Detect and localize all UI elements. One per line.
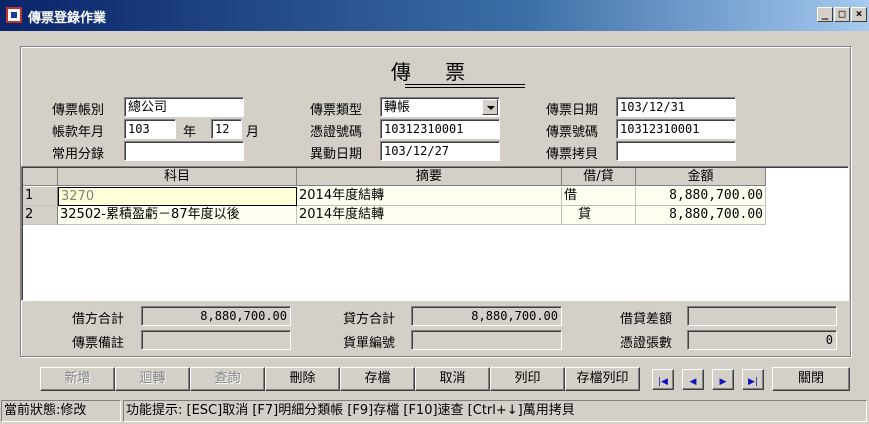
table-cell-amount[interactable]: 8,880,700.00 [636,206,766,225]
remark-label: 傳票備註 [72,336,125,351]
debit-total-label: 借方合計 [72,312,125,327]
year-field[interactable]: 103 [124,119,176,139]
save-print-button[interactable]: 存檔列印 [565,367,640,391]
print-button[interactable]: 列印 [490,367,565,391]
title-bar: 傳票登錄作業 _ □ × [0,0,869,31]
close-button[interactable]: 關閉 [772,367,850,391]
row-number: 1 [23,187,58,206]
voucher-date-field[interactable]: 103/12/31 [616,97,736,117]
next-record-icon: ▶ [719,377,727,387]
column-header-debit-credit[interactable]: 借/貸 [562,168,636,186]
year-unit: 年 [183,125,197,140]
save-button[interactable]: 存檔 [340,367,415,391]
table-cell-amount[interactable]: 8,880,700.00 [636,187,766,206]
delete-button[interactable]: 刪除 [265,367,340,391]
maximize-button[interactable]: □ [834,7,850,22]
title-underline [405,87,525,88]
difference-label: 借貸差額 [620,312,673,327]
difference-value [687,306,837,326]
evidence-count-label: 憑證張數 [620,336,673,351]
voucher-copy-label: 傳票拷貝 [546,147,599,162]
common-entry-label: 常用分錄 [52,147,105,162]
prev-record-button[interactable]: ◀ [682,369,704,390]
query-button[interactable]: 查詢 [190,367,265,391]
form-title: 傳 票 [390,60,480,84]
voucher-copy-field[interactable] [616,141,736,161]
app-icon [6,7,22,23]
remark-field[interactable] [141,330,291,350]
voucher-no-field[interactable]: 10312310001 [616,119,736,139]
change-date-field[interactable]: 103/12/27 [380,141,500,161]
minimize-button[interactable]: _ [817,7,833,22]
first-record-button[interactable]: |◀ [652,369,674,390]
voucher-type-value: 轉帳 [384,100,411,115]
last-record-icon: ▶| [748,377,758,387]
table-cell-subject[interactable]: 3270 [58,187,297,206]
table-cell-debit-credit[interactable]: 貸 [562,206,636,225]
grid-corner-header [23,168,58,186]
month-unit: 月 [246,125,260,140]
first-record-icon: |◀ [658,377,668,387]
table-cell-summary[interactable]: 2014年度結轉 [297,187,562,206]
table-cell-subject[interactable]: 32502-累積盈虧－87年度以後 [58,206,297,225]
voucher-type-label: 傳票類型 [310,103,363,118]
period-label: 帳款年月 [52,125,105,140]
column-header-amount[interactable]: 金額 [636,168,766,186]
table-cell-summary[interactable]: 2014年度結轉 [297,206,562,225]
table-cell-debit-credit[interactable]: 借 [562,187,636,206]
column-header-subject[interactable]: 科目 [58,168,297,186]
add-button[interactable]: 新增 [40,367,115,391]
account-field[interactable]: 總公司 [124,97,244,117]
credit-total-label: 貸方合計 [343,312,396,327]
credit-doc-field[interactable] [411,330,562,350]
last-record-button[interactable]: ▶| [742,369,764,390]
voucher-no-label: 傳票號碼 [546,125,599,140]
month-field[interactable]: 12 [211,119,242,139]
next-record-button[interactable]: ▶ [712,369,734,390]
evidence-count-field[interactable]: 0 [687,330,837,350]
account-label: 傳票帳別 [52,103,105,118]
cancel-button[interactable]: 取消 [415,367,490,391]
title-underline [405,84,525,85]
function-hint: 功能提示: [ESC]取消 [F7]明細分類帳 [F9]存檔 [F10]速查 [… [123,400,867,422]
current-state: 當前狀態:修改 [1,400,121,422]
reverse-button[interactable]: 迴轉 [115,367,190,391]
row-number: 2 [23,206,58,225]
credit-doc-label: 貨單編號 [343,336,396,351]
evidence-no-label: 憑證號碼 [310,125,363,140]
window-title: 傳票登錄作業 [28,11,107,26]
change-date-label: 異動日期 [310,147,363,162]
credit-total-value: 8,880,700.00 [411,306,562,326]
common-entry-field[interactable] [124,141,244,161]
chevron-down-icon[interactable] [482,99,498,115]
evidence-no-field[interactable]: 10312310001 [380,119,500,139]
column-header-summary[interactable]: 摘要 [297,168,562,186]
debit-total-value: 8,880,700.00 [141,306,291,326]
close-window-button[interactable]: × [851,7,867,22]
prev-record-icon: ◀ [689,377,697,387]
voucher-date-label: 傳票日期 [546,103,599,118]
voucher-type-select[interactable]: 轉帳 [380,97,500,117]
